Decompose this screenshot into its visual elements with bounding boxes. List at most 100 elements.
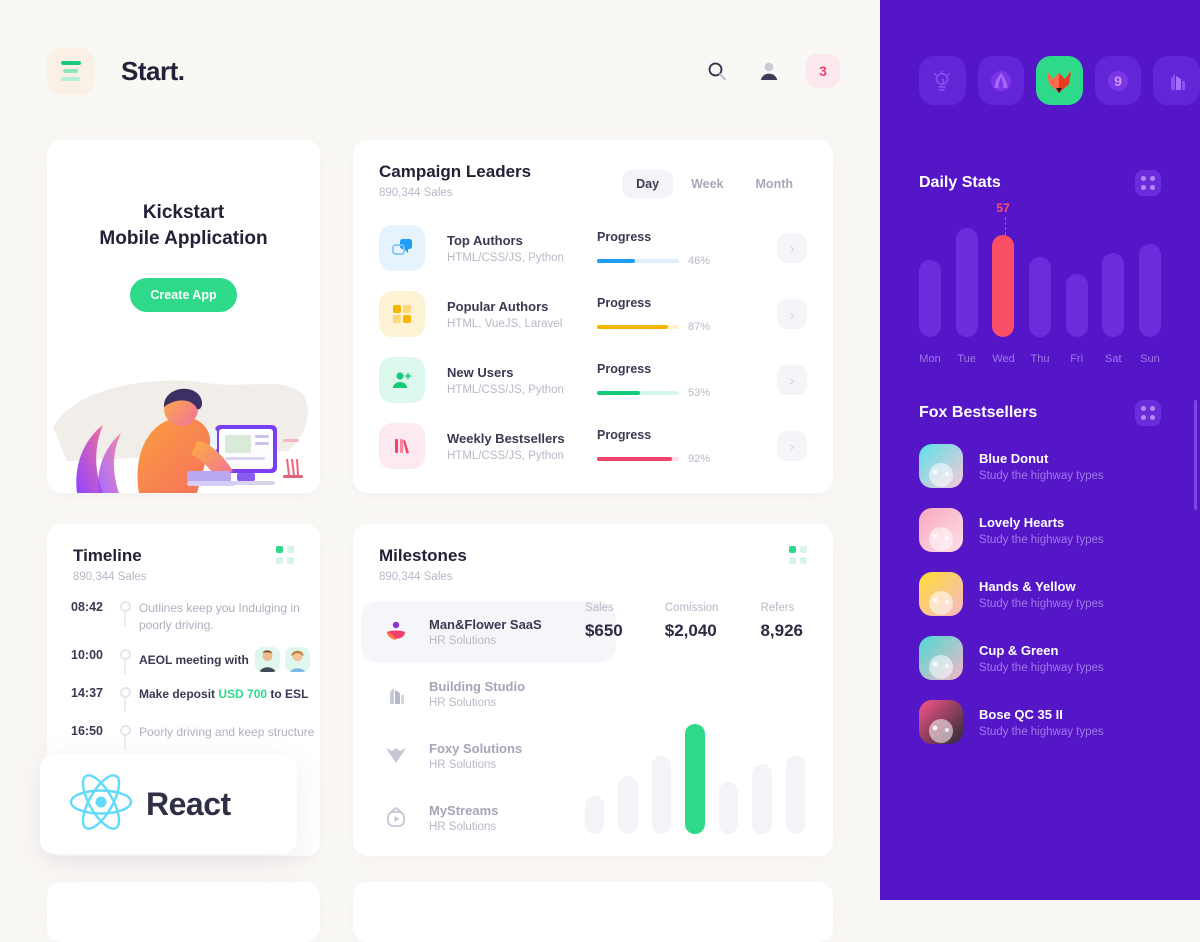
fox-bestsellers-header: Fox Bestsellers [880, 400, 1200, 426]
campaign-row-tags: HTML/CSS/JS, Python [447, 251, 564, 264]
react-logo-icon [68, 772, 134, 837]
kickstart-title-line1: Kickstart [142, 202, 225, 223]
list-item[interactable]: Man&Flower SaaS HR Solutions [361, 601, 616, 663]
milestone-name: Foxy Solutions [429, 741, 523, 756]
bottom-card-left [47, 882, 320, 942]
bestseller-text: Blue Donut Study the highway types [979, 451, 1104, 482]
stat-value: 8,926 [760, 621, 803, 640]
grid-dot [276, 557, 283, 564]
timeline-subtitle: 890,344 Sales [73, 571, 147, 583]
fox-logo-icon[interactable] [1036, 56, 1083, 105]
main-content: Start. 3 Kickstart Mobile Application Cr… [0, 0, 880, 942]
list-item[interactable]: 10:00 AEOL meeting with [71, 647, 320, 685]
daily-stats-indicator-line [1005, 217, 1007, 235]
chevron-right-icon[interactable]: › [777, 299, 807, 329]
grid-dot [287, 546, 294, 553]
campaign-period-tabs: Day Week Month [622, 170, 807, 198]
grid-dot [287, 557, 294, 564]
timeline-connector [124, 698, 126, 712]
chevron-right-icon[interactable]: › [777, 365, 807, 395]
list-item[interactable]: Lovely Hearts Study the highway types [919, 498, 1169, 562]
grid-dot [1141, 406, 1146, 411]
lightbulb-icon[interactable] [919, 56, 966, 105]
user-avatar-icon[interactable] [754, 56, 784, 86]
top-bar-actions: 3 [702, 54, 840, 88]
grid-dots-icon[interactable] [1135, 170, 1161, 196]
grid-dots-icon[interactable] [789, 546, 807, 564]
nine-circle-icon[interactable]: 9 [1094, 56, 1142, 105]
milestone-text: Foxy Solutions HR Solutions [429, 741, 522, 771]
list-item[interactable]: Hands & Yellow Study the highway types [919, 562, 1169, 626]
chevron-right-icon[interactable]: › [777, 233, 807, 263]
hamburger-menu-icon[interactable] [47, 47, 94, 95]
table-row[interactable]: Popular Authors HTML, VueJS, Laravel Pro… [353, 281, 833, 347]
grid-dot [1150, 185, 1155, 190]
building-icon[interactable] [1153, 56, 1200, 105]
tab-month[interactable]: Month [742, 170, 807, 198]
timeline-marker [111, 647, 139, 674]
sidebar-scrollbar[interactable] [1194, 400, 1197, 510]
campaign-row-progress: Progress 53% [597, 362, 717, 399]
table-row[interactable]: New Users HTML/CSS/JS, Python Progress 5… [353, 347, 833, 413]
timeline-dot [119, 725, 131, 736]
list-item[interactable]: 14:37 Make deposit USD 700 to ESL [71, 685, 320, 723]
search-icon[interactable] [702, 56, 732, 86]
list-item[interactable]: Cup & Green Study the highway types [919, 626, 1169, 690]
chat-bubbles-icon [379, 225, 425, 271]
campaign-row-name: Weekly Bestsellers [447, 430, 565, 446]
milestone-sub: HR Solutions [429, 759, 497, 771]
axis-tick-label: Wed [992, 353, 1015, 365]
grid-dots-icon[interactable] [1135, 400, 1161, 426]
bar [685, 724, 705, 834]
list-item[interactable]: Blue Donut Study the highway types [919, 434, 1169, 498]
list-item[interactable]: Bose QC 35 II Study the highway types [919, 690, 1169, 754]
table-row[interactable]: Top Authors HTML/CSS/JS, Python Progress… [353, 215, 833, 281]
tab-week[interactable]: Week [677, 170, 737, 198]
chevron-right-icon[interactable]: › [777, 431, 807, 461]
tab-day[interactable]: Day [622, 170, 674, 198]
hands-yellow-photo [919, 572, 963, 616]
bar [718, 782, 739, 834]
progress-track [597, 324, 679, 329]
flower-logo-icon [379, 615, 413, 649]
milestones-card: Milestones 890,344 Sales Man&Flower SaaS… [353, 524, 833, 856]
progress-percent: 46% [688, 254, 711, 267]
milestone-sub: HR Solutions [429, 821, 497, 833]
table-row[interactable]: Weekly Bestsellers HTML/CSS/JS, Python P… [353, 413, 833, 479]
bar [992, 235, 1015, 337]
timeline-connector [124, 660, 126, 674]
grid-dots-icon[interactable] [276, 546, 294, 564]
arch-icon[interactable] [977, 56, 1025, 105]
react-badge[interactable]: React [40, 754, 297, 854]
kickstart-card: Kickstart Mobile Application Create App [47, 140, 320, 493]
avatar[interactable] [254, 647, 280, 672]
progress-percent: 87% [688, 320, 711, 333]
progress-track [597, 258, 679, 263]
stat-comission: Comission $2,040 [665, 602, 719, 641]
progress-label: Progress [597, 361, 652, 376]
list-item[interactable]: 08:42 Outlines keep you Indulging in poo… [71, 599, 320, 647]
progress-fill [597, 390, 641, 395]
timeline-marker [111, 685, 139, 712]
grid-squares-icon [379, 291, 425, 337]
campaign-header: Campaign Leaders 890,344 Sales Day Week … [353, 140, 833, 199]
milestone-stats: Sales $650 Comission $2,040 Refers 8,926 [585, 602, 803, 641]
campaign-row-name: Popular Authors [447, 298, 549, 314]
bestseller-name: Lovely Hearts [979, 514, 1065, 530]
campaign-row-text: Popular Authors HTML, VueJS, Laravel [447, 299, 597, 330]
timeline-header: Timeline 890,344 Sales [47, 524, 320, 583]
timeline-text: AEOL meeting with [139, 652, 249, 667]
sidebar-app-switcher: 9 [880, 0, 1200, 105]
stat-label: Sales [584, 602, 614, 614]
avatar[interactable] [284, 647, 310, 672]
bar [1102, 253, 1125, 337]
milestone-sub: HR Solutions [429, 635, 497, 647]
progress-track [597, 390, 679, 395]
timeline-connector [124, 736, 126, 750]
bar [785, 756, 805, 834]
bar-column [955, 228, 978, 337]
timeline-marker [111, 723, 139, 750]
grid-dot [800, 546, 807, 553]
notification-badge[interactable]: 3 [806, 54, 840, 88]
create-app-button[interactable]: Create App [130, 278, 237, 312]
